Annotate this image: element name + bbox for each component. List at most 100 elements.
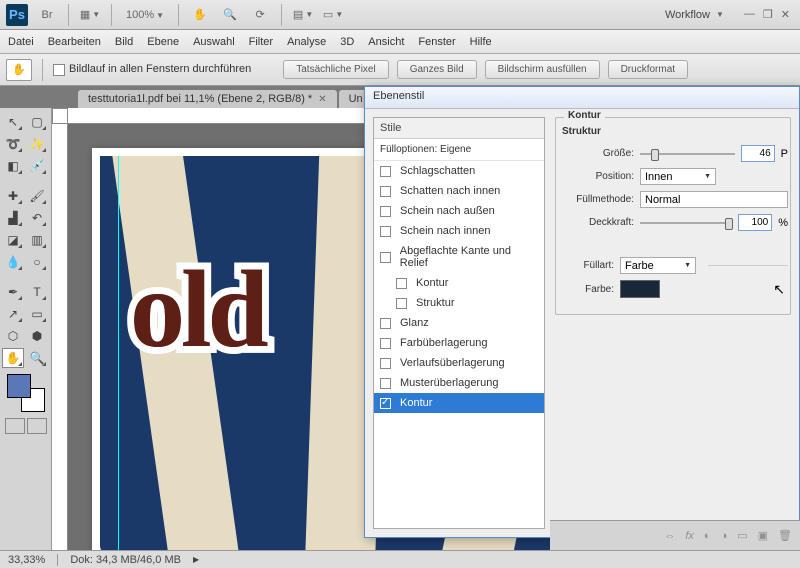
- style-settings-panel: Kontur Struktur Größe: P Position: Innen…: [555, 117, 791, 529]
- group-icon[interactable]: ▭: [737, 529, 747, 542]
- eyedropper-tool[interactable]: 💉: [26, 156, 48, 176]
- minimize-button[interactable]: —: [744, 8, 755, 21]
- color-label: Farbe:: [558, 284, 614, 295]
- move-tool[interactable]: ↖: [2, 112, 24, 132]
- layer-mask-icon[interactable]: ◐: [704, 530, 711, 542]
- style-item[interactable]: Verlaufsüberlagerung: [374, 353, 544, 373]
- foreground-color[interactable]: [7, 374, 31, 398]
- zoom-tool-icon[interactable]: 🔍: [219, 4, 241, 26]
- menu-ebene[interactable]: Ebene: [147, 36, 179, 48]
- wand-tool[interactable]: ✨: [26, 134, 48, 154]
- close-button[interactable]: ✕: [781, 8, 790, 21]
- blur-tool[interactable]: 💧: [2, 252, 24, 272]
- app-logo: Ps: [6, 4, 28, 26]
- screen-mode-icon[interactable]: ▭▼: [322, 4, 344, 26]
- document-tab[interactable]: testtutoria1l.pdf bei 11,1% (Ebene 2, RG…: [78, 90, 337, 108]
- style-item[interactable]: Farbüberlagerung: [374, 333, 544, 353]
- zoom-tool[interactable]: 🔍: [26, 348, 48, 368]
- path-select-tool[interactable]: ↗: [2, 304, 24, 324]
- size-slider[interactable]: [640, 147, 735, 161]
- scroll-all-windows-checkbox[interactable]: Bildlauf in allen Fenstern durchführen: [53, 63, 251, 75]
- style-item[interactable]: Kontur: [374, 273, 544, 293]
- brush-tool[interactable]: 🖌: [26, 186, 48, 206]
- eraser-tool[interactable]: ◪: [2, 230, 24, 250]
- cursor-icon: ↖: [773, 281, 785, 298]
- blendmode-dropdown[interactable]: Normal: [640, 191, 788, 208]
- styles-header[interactable]: Stile: [374, 118, 544, 139]
- rotate-view-icon[interactable]: ⟳: [249, 4, 271, 26]
- menu-bearbeiten[interactable]: Bearbeiten: [48, 36, 101, 48]
- color-swatches[interactable]: [5, 374, 47, 412]
- crop-tool[interactable]: ◧: [2, 156, 24, 176]
- stamp-tool[interactable]: ▟: [2, 208, 24, 228]
- menu-auswahl[interactable]: Auswahl: [193, 36, 235, 48]
- layer-fx-icon[interactable]: fx: [685, 530, 694, 542]
- print-size-button[interactable]: Druckformat: [608, 60, 688, 79]
- style-item[interactable]: Schatten nach innen: [374, 181, 544, 201]
- status-doc-size[interactable]: Dok: 34,3 MB/46,0 MB: [70, 554, 181, 566]
- hand-tool[interactable]: ✋: [2, 348, 24, 368]
- menu-fenster[interactable]: Fenster: [418, 36, 455, 48]
- guide-line[interactable]: [118, 156, 119, 550]
- status-bar: 33,33% Dok: 34,3 MB/46,0 MB ▶: [0, 550, 800, 568]
- actual-pixels-button[interactable]: Tatsächliche Pixel: [283, 60, 388, 79]
- style-item[interactable]: Schein nach innen: [374, 221, 544, 241]
- style-item[interactable]: Struktur: [374, 293, 544, 313]
- 3d-tool[interactable]: ⬡: [2, 326, 24, 346]
- size-unit: P: [781, 148, 788, 160]
- ruler-origin[interactable]: [52, 108, 68, 124]
- adjustment-layer-icon[interactable]: ◑: [721, 530, 728, 542]
- zoom-level[interactable]: 100%▼: [122, 9, 168, 21]
- standard-mode[interactable]: [5, 418, 25, 434]
- heal-tool[interactable]: ✚: [2, 186, 24, 206]
- 3d-camera-tool[interactable]: ⬢: [26, 326, 48, 346]
- fill-screen-button[interactable]: Bildschirm ausfüllen: [485, 60, 600, 79]
- style-item[interactable]: Kontur: [374, 393, 544, 413]
- style-item[interactable]: Glanz: [374, 313, 544, 333]
- dodge-tool[interactable]: ○: [26, 252, 48, 272]
- quickmask-mode[interactable]: [27, 418, 47, 434]
- link-layers-icon[interactable]: ⇔: [664, 530, 675, 542]
- close-tab-icon[interactable]: ✕: [318, 94, 326, 105]
- menu-filter[interactable]: Filter: [249, 36, 273, 48]
- lasso-tool[interactable]: ➰: [2, 134, 24, 154]
- new-layer-icon[interactable]: ▣: [758, 529, 768, 542]
- type-tool[interactable]: T: [26, 282, 48, 302]
- delete-layer-icon[interactable]: 🗑: [778, 529, 792, 542]
- size-input[interactable]: [741, 145, 775, 162]
- hand-tool-preset-icon[interactable]: ✋: [6, 59, 32, 81]
- filltype-label: Füllart:: [558, 260, 614, 271]
- menu-datei[interactable]: Datei: [8, 36, 34, 48]
- workspace-switcher[interactable]: Workflow▼: [657, 6, 732, 24]
- opacity-slider[interactable]: [640, 216, 732, 230]
- hand-tool-icon[interactable]: ✋: [189, 4, 211, 26]
- history-brush-tool[interactable]: ↶: [26, 208, 48, 228]
- dialog-title[interactable]: Ebenenstil: [365, 87, 799, 109]
- pen-tool[interactable]: ✒: [2, 282, 24, 302]
- menu-3d[interactable]: 3D: [340, 36, 354, 48]
- view-extras-icon[interactable]: ▦▼: [79, 4, 101, 26]
- ruler-vertical[interactable]: [52, 124, 68, 550]
- menu-ansicht[interactable]: Ansicht: [368, 36, 404, 48]
- bridge-icon[interactable]: Br: [36, 4, 58, 26]
- shape-tool[interactable]: ▭: [26, 304, 48, 324]
- position-dropdown[interactable]: Innen▼: [640, 168, 716, 185]
- menu-bild[interactable]: Bild: [115, 36, 133, 48]
- gradient-tool[interactable]: ▥: [26, 230, 48, 250]
- marquee-tool[interactable]: ▢: [26, 112, 48, 132]
- filltype-dropdown[interactable]: Farbe▼: [620, 257, 696, 274]
- arrange-docs-icon[interactable]: ▤▼: [292, 4, 314, 26]
- status-zoom[interactable]: 33,33%: [8, 554, 45, 566]
- fit-screen-button[interactable]: Ganzes Bild: [397, 60, 477, 79]
- menu-hilfe[interactable]: Hilfe: [470, 36, 492, 48]
- menu-analyse[interactable]: Analyse: [287, 36, 326, 48]
- style-item[interactable]: Musterüberlagerung: [374, 373, 544, 393]
- style-item[interactable]: Schlagschatten: [374, 161, 544, 181]
- opacity-label: Deckkraft:: [558, 217, 634, 228]
- style-item[interactable]: Schein nach außen: [374, 201, 544, 221]
- style-item[interactable]: Abgeflachte Kante und Relief: [374, 241, 544, 273]
- maximize-button[interactable]: ❐: [763, 8, 773, 21]
- color-swatch[interactable]: [620, 280, 660, 298]
- opacity-input[interactable]: [738, 214, 772, 231]
- blending-options-item[interactable]: Fülloptionen: Eigene: [374, 139, 544, 161]
